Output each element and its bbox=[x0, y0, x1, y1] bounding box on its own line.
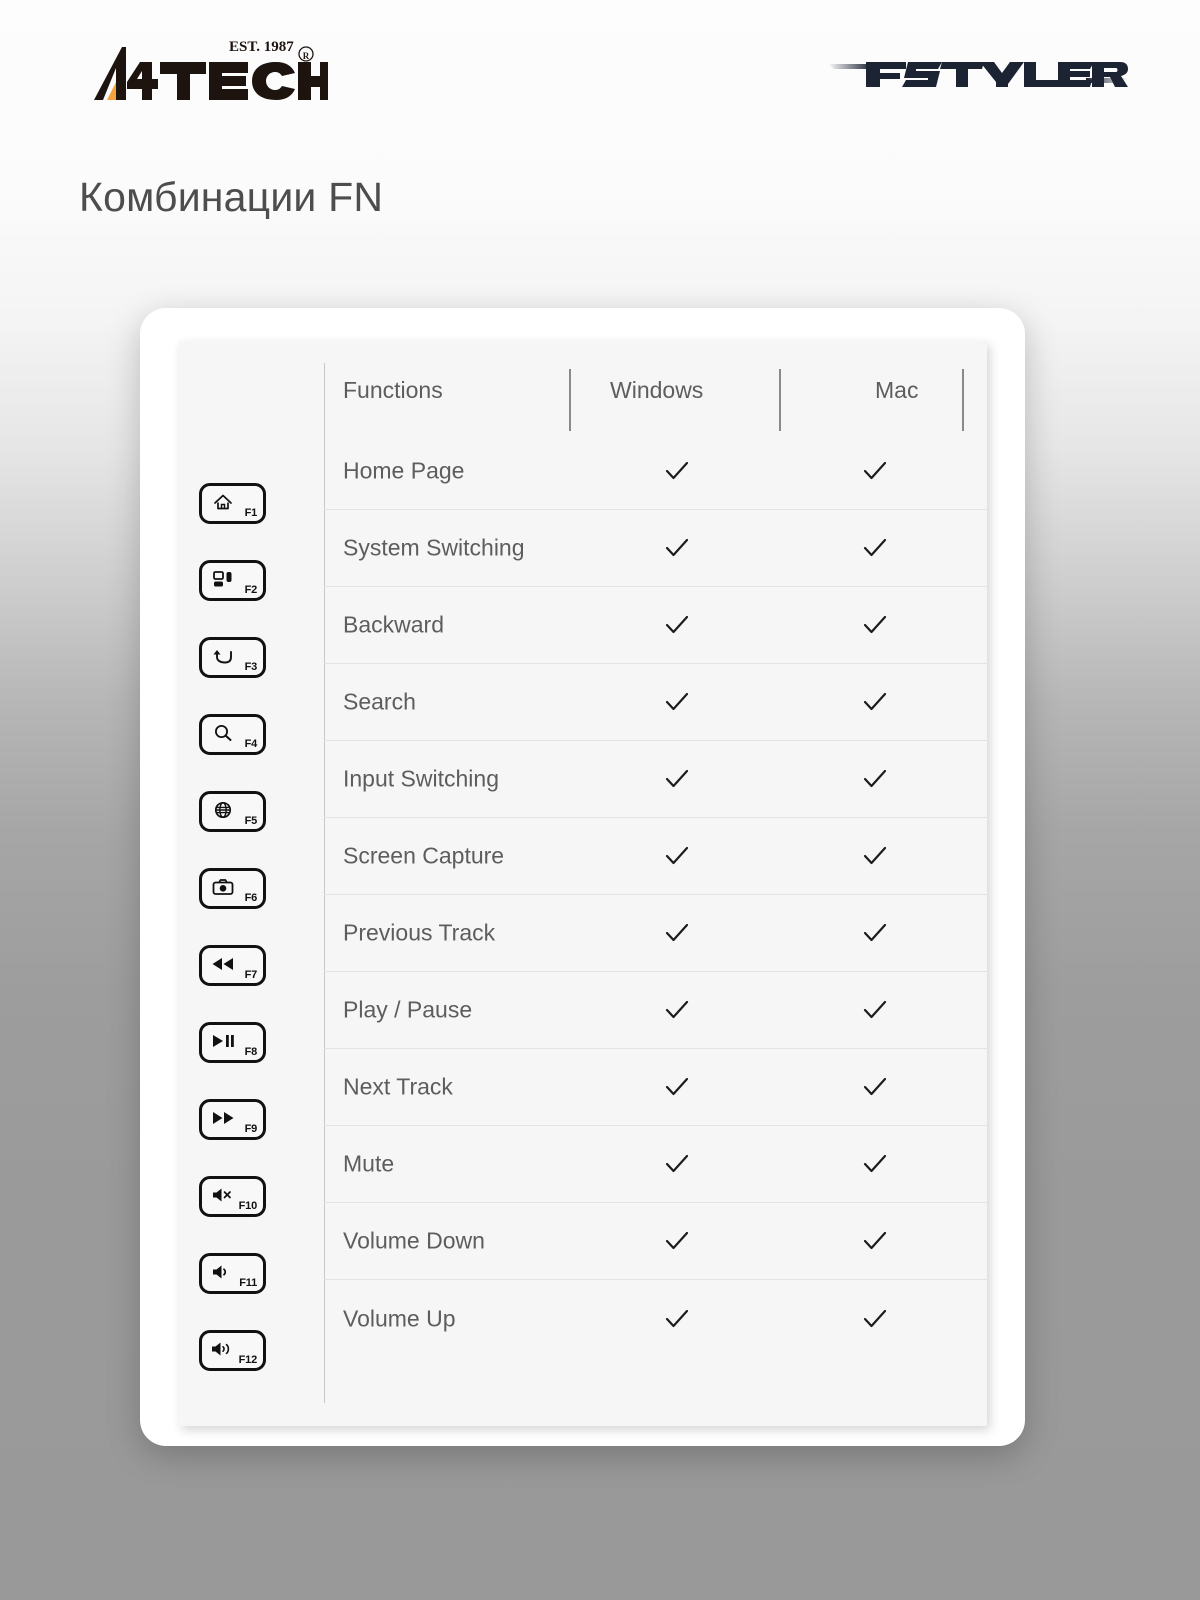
check-icon-windows bbox=[662, 456, 692, 486]
table-row: Screen Capture bbox=[324, 818, 987, 895]
a4tech-logo: EST. 1987 R bbox=[78, 34, 328, 106]
page-title: Комбинации FN bbox=[79, 174, 384, 220]
table-row: Previous Track bbox=[324, 895, 987, 972]
search-icon bbox=[210, 721, 236, 745]
keycap-label: F11 bbox=[239, 1277, 257, 1289]
function-name: Search bbox=[343, 688, 416, 715]
key-cap-column: F1 F2 F3 F4 F5 F6 F7 F8 F9 F10 F11 F12 bbox=[179, 341, 324, 1426]
function-name: Previous Track bbox=[343, 919, 496, 946]
check-icon-mac bbox=[860, 764, 890, 794]
check-icon-windows bbox=[662, 841, 692, 871]
volume-up-icon bbox=[210, 1337, 236, 1361]
function-name: Backward bbox=[343, 611, 444, 638]
keycap-f7[interactable]: F7 bbox=[199, 945, 266, 986]
fstyler-logo bbox=[828, 48, 1128, 96]
check-icon-windows bbox=[662, 1149, 692, 1179]
function-name: Volume Down bbox=[343, 1227, 485, 1254]
keycap-f5[interactable]: F5 bbox=[199, 791, 266, 832]
table-header-row: Functions Windows Mac bbox=[324, 361, 987, 431]
function-name: Home Page bbox=[343, 457, 465, 484]
header-mac: Mac bbox=[875, 377, 919, 403]
table-row: Home Page bbox=[324, 433, 987, 510]
check-icon-mac bbox=[860, 610, 890, 640]
keycap-f10[interactable]: F10 bbox=[199, 1176, 266, 1217]
keycap-label: F12 bbox=[238, 1354, 258, 1366]
keycap-f4[interactable]: F4 bbox=[199, 714, 266, 755]
check-icon-mac bbox=[860, 687, 890, 717]
check-icon-mac bbox=[860, 1149, 890, 1179]
keycap-f2[interactable]: F2 bbox=[199, 560, 266, 601]
check-icon-windows bbox=[662, 1072, 692, 1102]
table-row: Search bbox=[324, 664, 987, 741]
table-row: Mute bbox=[324, 1126, 987, 1203]
check-icon-windows bbox=[662, 995, 692, 1025]
table-row: Next Track bbox=[324, 1049, 987, 1126]
fn-table: Functions Windows Mac Home Page System S… bbox=[324, 341, 987, 1426]
fn-combinations-card: F1 F2 F3 F4 F5 F6 F7 F8 F9 F10 F11 F12 F… bbox=[140, 308, 1025, 1446]
function-name: Play / Pause bbox=[343, 996, 473, 1023]
check-icon-windows bbox=[662, 1226, 692, 1256]
keycap-label: F1 bbox=[244, 507, 258, 519]
check-icon-windows bbox=[662, 610, 692, 640]
check-icon-mac bbox=[860, 1304, 890, 1334]
keycap-label: F4 bbox=[244, 738, 258, 750]
keycap-label: F8 bbox=[244, 1046, 258, 1058]
keycap-label: F3 bbox=[244, 661, 258, 673]
check-icon-windows bbox=[662, 687, 692, 717]
table-row: Volume Up bbox=[324, 1280, 987, 1357]
keycap-label: F2 bbox=[244, 584, 258, 596]
check-icon-mac bbox=[860, 995, 890, 1025]
globe-icon bbox=[210, 798, 236, 822]
keycap-label: F7 bbox=[244, 969, 258, 981]
system-switch-icon bbox=[210, 567, 236, 591]
check-icon-windows bbox=[662, 764, 692, 794]
check-icon-mac bbox=[860, 1072, 890, 1102]
back-arrow-icon bbox=[210, 644, 236, 668]
table-row: Backward bbox=[324, 587, 987, 664]
check-icon-mac bbox=[860, 918, 890, 948]
keycap-f6[interactable]: F6 bbox=[199, 868, 266, 909]
header-windows: Windows bbox=[610, 377, 704, 403]
home-icon bbox=[210, 490, 236, 514]
a4tech-est-text: EST. 1987 bbox=[229, 39, 294, 55]
header-functions: Functions bbox=[343, 377, 443, 403]
check-icon-windows bbox=[662, 533, 692, 563]
keycap-label: F5 bbox=[244, 815, 258, 827]
volume-down-icon bbox=[210, 1260, 236, 1284]
keycap-label: F9 bbox=[244, 1123, 258, 1135]
table-row: Play / Pause bbox=[324, 972, 987, 1049]
fn-combinations-panel: F1 F2 F3 F4 F5 F6 F7 F8 F9 F10 F11 F12 F… bbox=[179, 341, 987, 1426]
function-name: System Switching bbox=[343, 534, 525, 561]
keycap-f11[interactable]: F11 bbox=[199, 1253, 266, 1294]
check-icon-mac bbox=[860, 1226, 890, 1256]
function-name: Next Track bbox=[343, 1073, 453, 1100]
function-name: Screen Capture bbox=[343, 842, 505, 869]
keycap-label: F10 bbox=[238, 1200, 258, 1212]
rewind-icon bbox=[210, 952, 236, 976]
check-icon-windows bbox=[662, 918, 692, 948]
check-icon-mac bbox=[860, 533, 890, 563]
page-header: EST. 1987 R bbox=[0, 0, 1200, 150]
table-row: Input Switching bbox=[324, 741, 987, 818]
mute-icon bbox=[210, 1183, 236, 1207]
function-name: Input Switching bbox=[343, 765, 499, 792]
keycap-f8[interactable]: F8 bbox=[199, 1022, 266, 1063]
play-pause-icon bbox=[210, 1029, 236, 1053]
table-row: System Switching bbox=[324, 510, 987, 587]
function-name: Volume Up bbox=[343, 1305, 456, 1331]
camera-icon bbox=[210, 875, 236, 899]
svg-text:R: R bbox=[303, 51, 310, 61]
fast-forward-icon bbox=[210, 1106, 236, 1130]
keycap-label: F6 bbox=[244, 892, 258, 904]
function-name: Mute bbox=[343, 1150, 395, 1177]
check-icon-mac bbox=[860, 841, 890, 871]
keycap-f1[interactable]: F1 bbox=[199, 483, 266, 524]
check-icon-mac bbox=[860, 456, 890, 486]
keycap-f9[interactable]: F9 bbox=[199, 1099, 266, 1140]
check-icon-windows bbox=[662, 1304, 692, 1334]
table-body: Home Page System Switching Backward Sear… bbox=[324, 433, 987, 1357]
keycap-f3[interactable]: F3 bbox=[199, 637, 266, 678]
table-row: Volume Down bbox=[324, 1203, 987, 1280]
keycap-f12[interactable]: F12 bbox=[199, 1330, 266, 1371]
